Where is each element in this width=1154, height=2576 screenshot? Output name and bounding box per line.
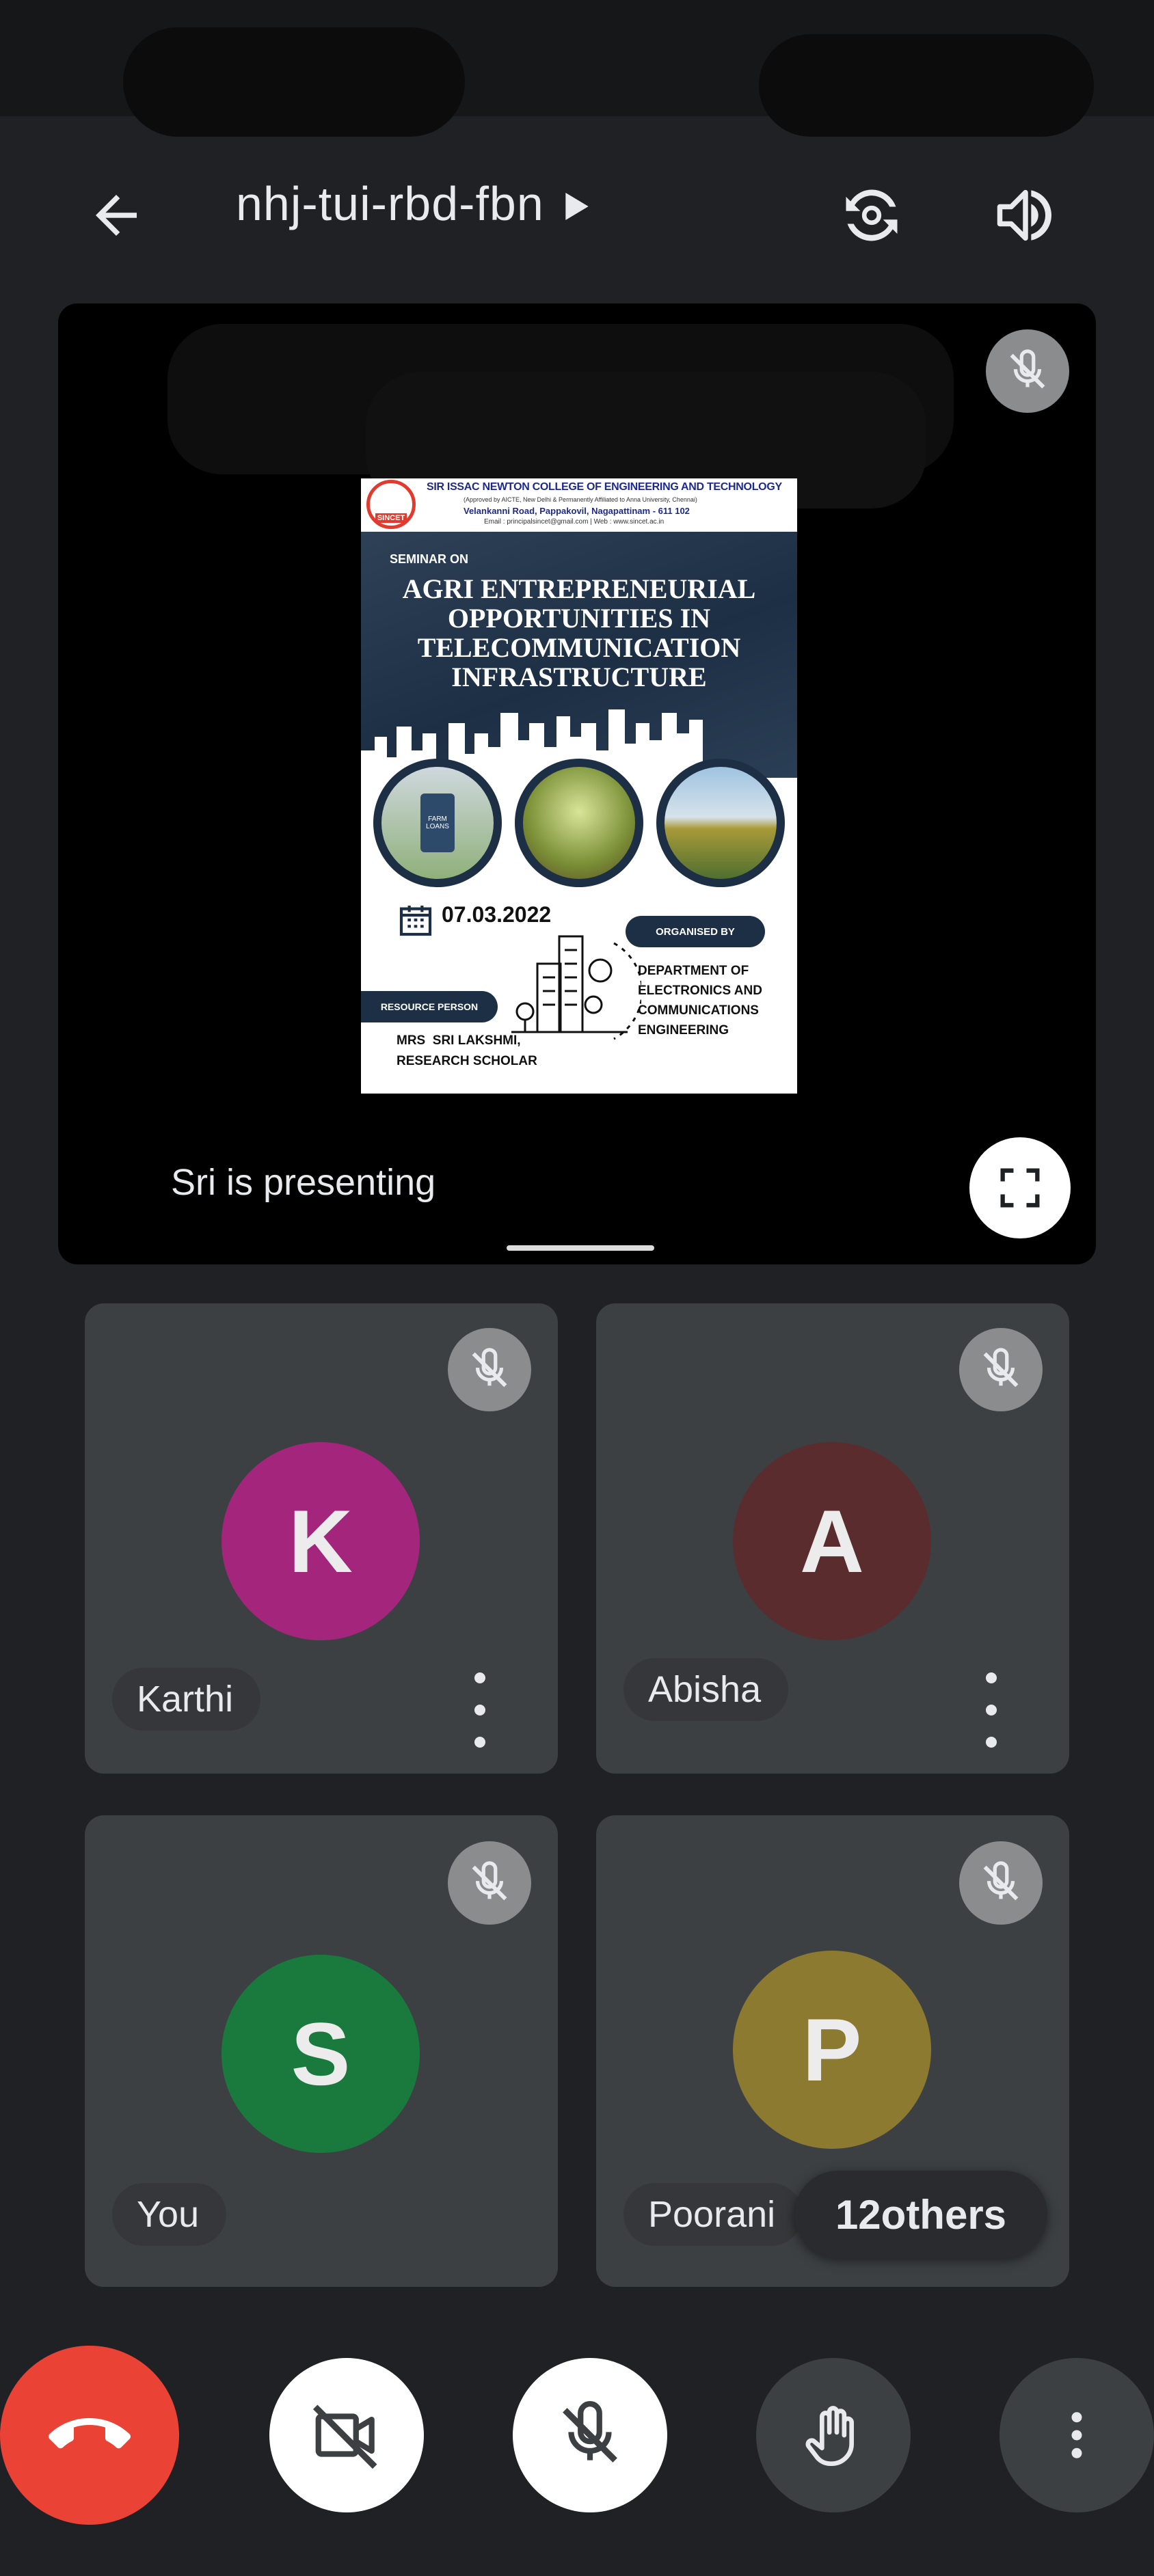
participant-name: Abisha bbox=[623, 1658, 789, 1721]
camera-toggle-button[interactable] bbox=[269, 2358, 424, 2512]
fullscreen-button[interactable] bbox=[969, 1137, 1071, 1238]
drag-handle[interactable] bbox=[507, 1245, 654, 1251]
circle-field bbox=[656, 759, 785, 887]
calendar-icon bbox=[399, 906, 432, 936]
title-line-2: OPPORTUNITIES IN bbox=[447, 603, 711, 634]
resource-person-pill: RESOURCE PERSON bbox=[361, 991, 498, 1022]
participant-tile-karthi[interactable]: K Karthi bbox=[85, 1303, 558, 1774]
mic-off-badge bbox=[448, 1841, 531, 1925]
title-line-3: TELECOMMUNICATION bbox=[417, 632, 741, 663]
meeting-code-text: nhj-tui-rbd-fbn bbox=[236, 177, 544, 230]
seminar-title: AGRI ENTREPRENEURIAL OPPORTUNITIES IN TE… bbox=[361, 574, 797, 692]
meeting-code[interactable]: nhj-tui-rbd-fbn bbox=[236, 176, 589, 231]
shared-poster: SINCET SIR ISSAC NEWTON COLLEGE OF ENGIN… bbox=[361, 478, 797, 1094]
play-arrow-icon bbox=[565, 193, 589, 220]
poster-hero: SEMINAR ON AGRI ENTREPRENEURIAL OPPORTUN… bbox=[361, 532, 797, 778]
fullscreen-icon bbox=[1000, 1168, 1040, 1208]
mic-off-icon bbox=[1010, 349, 1045, 389]
raise-hand-button[interactable] bbox=[756, 2358, 911, 2512]
circle-farm-loans: FARM LOANS bbox=[373, 759, 502, 887]
more-vert-icon bbox=[1071, 2412, 1082, 2458]
more-options-button[interactable] bbox=[971, 1672, 1012, 1748]
end-call-button[interactable] bbox=[0, 2346, 179, 2525]
avatar: K bbox=[222, 1442, 420, 1640]
college-logo: SINCET bbox=[366, 480, 416, 529]
resource-person-name: MRS SRI LAKSHMI, RESEARCH SCHOLAR bbox=[397, 1031, 537, 1072]
logo-text: SINCET bbox=[375, 513, 407, 523]
avatar: A bbox=[733, 1442, 931, 1640]
building-illustration bbox=[511, 935, 641, 1040]
mic-off-badge bbox=[959, 1841, 1043, 1925]
dept-line-4: ENGINEERING bbox=[638, 1023, 729, 1038]
speaker-icon bbox=[997, 189, 1051, 241]
organised-by-label: ORGANISED BY bbox=[656, 925, 735, 938]
mic-off-icon bbox=[983, 1348, 1019, 1387]
mic-off-icon bbox=[472, 1348, 507, 1387]
circle-plant-coins bbox=[515, 759, 643, 887]
raise-hand-icon bbox=[805, 2406, 854, 2466]
organised-by-pill: ORGANISED BY bbox=[626, 916, 765, 947]
mic-toggle-button[interactable] bbox=[513, 2358, 667, 2512]
college-contact: Email : principalsincet@gmail.com | Web … bbox=[484, 518, 665, 526]
avatar: P bbox=[733, 1951, 931, 2149]
switch-camera-button[interactable] bbox=[827, 171, 916, 260]
avatar: S bbox=[222, 1955, 420, 2153]
mic-off-badge bbox=[448, 1328, 531, 1411]
mic-off-badge bbox=[959, 1328, 1043, 1411]
status-bar bbox=[0, 0, 1154, 137]
dept-line-1: DEPARTMENT OF bbox=[638, 964, 749, 978]
dept-line-3: COMMUNICATIONS bbox=[638, 1003, 759, 1018]
back-button[interactable] bbox=[75, 174, 157, 256]
speaker-button[interactable] bbox=[981, 171, 1070, 260]
title-line-4: INFRASTRUCTURE bbox=[451, 662, 707, 692]
participant-name: You bbox=[112, 2183, 227, 2246]
others-label: 12others bbox=[835, 2191, 1007, 2238]
mic-off-icon bbox=[472, 1861, 507, 1901]
participant-name: Karthi bbox=[112, 1668, 261, 1731]
farm-loans-text: FARM LOANS bbox=[426, 815, 449, 830]
participant-tile-abisha[interactable]: A Abisha bbox=[596, 1303, 1069, 1774]
seminar-label: SEMINAR ON bbox=[390, 552, 469, 566]
college-name: SIR ISSAC NEWTON COLLEGE OF ENGINEERING … bbox=[427, 481, 782, 493]
presentation-mic-off-badge bbox=[986, 329, 1069, 413]
title-line-1: AGRI ENTREPRENEURIAL bbox=[402, 573, 756, 604]
organiser-department: DEPARTMENT OF ELECTRONICS AND COMMUNICAT… bbox=[638, 961, 762, 1040]
end-call-icon bbox=[49, 2418, 131, 2449]
mic-off-icon bbox=[563, 2401, 617, 2463]
participant-tile-poorani[interactable]: P Poorani 12others bbox=[596, 1815, 1069, 2287]
others-button[interactable]: 12others bbox=[794, 2171, 1047, 2258]
resource-line-2: RESEARCH SCHOLAR bbox=[397, 1054, 537, 1068]
meeting-header: nhj-tui-rbd-fbn bbox=[0, 116, 1154, 301]
mic-off-icon bbox=[983, 1861, 1019, 1901]
more-options-button[interactable] bbox=[459, 1672, 500, 1748]
presenter-label: Sri is presenting bbox=[171, 1162, 436, 1203]
seminar-date: 07.03.2022 bbox=[442, 902, 552, 927]
resource-line-1: MRS SRI LAKSHMI, bbox=[397, 1033, 521, 1048]
dept-line-2: ELECTRONICS AND bbox=[638, 984, 762, 998]
participant-name: Poorani bbox=[623, 2183, 803, 2246]
poster-header: SINCET SIR ISSAC NEWTON COLLEGE OF ENGIN… bbox=[361, 478, 797, 532]
back-arrow-icon bbox=[96, 195, 137, 236]
more-options-button-bottom[interactable] bbox=[999, 2358, 1154, 2512]
participant-tile-you[interactable]: S You bbox=[85, 1815, 558, 2287]
college-approval: (Approved by AICTE, New Delhi & Permanen… bbox=[464, 496, 697, 503]
college-address: Velankanni Road, Pappakovil, Nagapattina… bbox=[464, 506, 690, 516]
resource-person-label: RESOURCE PERSON bbox=[380, 1001, 479, 1012]
camera-off-icon bbox=[312, 2404, 377, 2469]
switch-camera-icon bbox=[846, 189, 898, 241]
